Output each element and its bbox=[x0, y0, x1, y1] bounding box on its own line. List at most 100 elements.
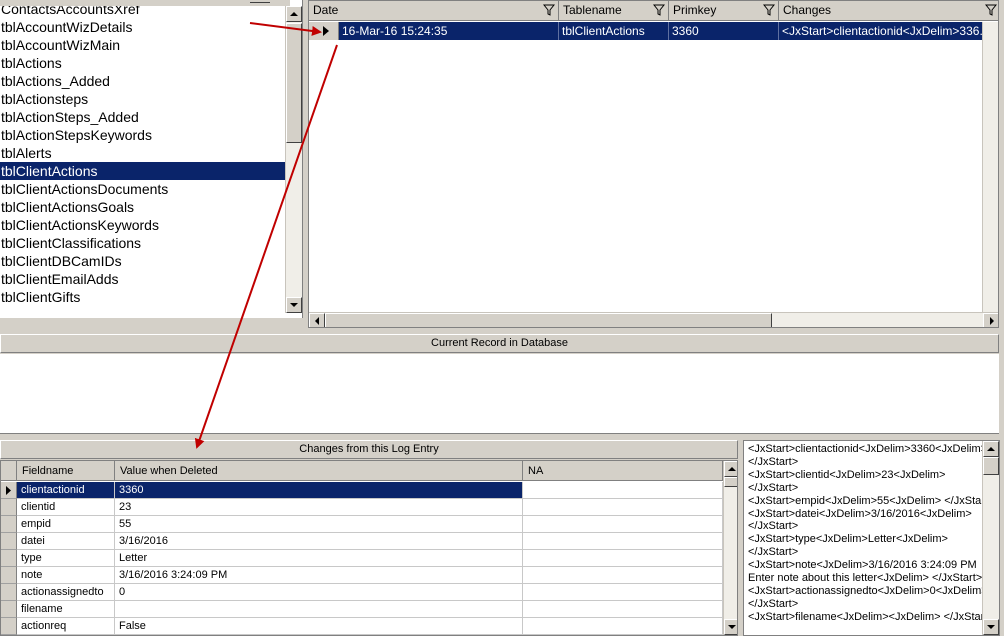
table-list-item[interactable]: tblClientActionsKeywords bbox=[0, 216, 302, 234]
scroll-up-icon[interactable] bbox=[983, 441, 999, 457]
cell-field[interactable]: filename bbox=[17, 601, 115, 618]
raw-changes-text[interactable]: <JxStart>clientactionid<JxDelim>3360<JxD… bbox=[743, 440, 1000, 636]
table-list-item[interactable]: tblClientActions bbox=[0, 162, 302, 180]
cell-value[interactable]: 3360 bbox=[115, 482, 523, 499]
cell-field[interactable]: clientid bbox=[17, 499, 115, 516]
cell-na[interactable] bbox=[523, 499, 723, 516]
row-selector[interactable] bbox=[1, 601, 17, 618]
changes-row[interactable]: empid 55 bbox=[1, 516, 723, 533]
changes-grid[interactable]: Fieldname Value when Deleted NA clientac… bbox=[0, 460, 738, 636]
table-list-item[interactable]: tblActions_Added bbox=[0, 72, 302, 90]
column-header-value[interactable]: Value when Deleted bbox=[115, 461, 523, 481]
cell-na[interactable] bbox=[523, 550, 723, 567]
row-selector[interactable] bbox=[1, 567, 17, 584]
row-selector[interactable] bbox=[1, 482, 17, 499]
changes-row[interactable]: clientactionid 3360 bbox=[1, 482, 723, 499]
table-list-item[interactable]: tblActionsteps bbox=[0, 90, 302, 108]
table-list-item[interactable]: tblClientEmailAdds bbox=[0, 270, 302, 288]
raw-text-scrollbar[interactable] bbox=[982, 441, 999, 635]
table-list-item[interactable]: tblClientDBCamIDs bbox=[0, 252, 302, 270]
changes-row[interactable]: datei 3/16/2016 bbox=[1, 533, 723, 550]
row-selector[interactable] bbox=[1, 499, 17, 516]
column-header-primkey[interactable]: Primkey bbox=[669, 1, 779, 21]
column-header-fieldname[interactable]: Fieldname bbox=[17, 461, 115, 481]
row-selector[interactable] bbox=[1, 550, 17, 567]
table-list-item[interactable]: tblClientActionsGoals bbox=[0, 198, 302, 216]
row-selector[interactable] bbox=[1, 533, 17, 550]
scroll-down-icon[interactable] bbox=[983, 619, 999, 635]
cell-na[interactable] bbox=[523, 618, 723, 635]
cell-na[interactable] bbox=[523, 567, 723, 584]
scroll-down-icon[interactable] bbox=[286, 297, 302, 313]
changes-row[interactable]: filename bbox=[1, 601, 723, 618]
table-list-item[interactable]: tblActions bbox=[0, 54, 302, 72]
table-list-scrollbar[interactable] bbox=[285, 6, 302, 313]
changes-scrollbar[interactable] bbox=[723, 461, 737, 635]
filter-icon[interactable] bbox=[763, 4, 775, 16]
cell-tablename[interactable]: tblClientActions bbox=[559, 22, 669, 40]
filter-icon[interactable] bbox=[653, 4, 665, 16]
cell-na[interactable] bbox=[523, 584, 723, 601]
log-grid[interactable]: Date Tablename Primkey Changes 16-Mar-16… bbox=[308, 0, 999, 328]
cell-field[interactable]: actionreq bbox=[17, 618, 115, 635]
cell-value[interactable]: Letter bbox=[115, 550, 523, 567]
filter-icon[interactable] bbox=[543, 4, 555, 16]
cell-changes[interactable]: <JxStart>clientactionid<JxDelim>336... bbox=[779, 22, 998, 40]
cell-value[interactable]: False bbox=[115, 618, 523, 635]
scrollbar-thumb[interactable] bbox=[724, 477, 737, 487]
scrollbar-thumb[interactable] bbox=[325, 313, 772, 327]
row-selector[interactable] bbox=[1, 618, 17, 635]
cell-field[interactable]: datei bbox=[17, 533, 115, 550]
table-list[interactable]: ContactsAccountsXref tblAccountWizDetails… bbox=[0, 0, 303, 318]
column-header-na[interactable]: NA bbox=[523, 461, 723, 481]
scroll-right-icon[interactable] bbox=[983, 313, 998, 327]
scrollbar-thumb[interactable] bbox=[286, 23, 302, 143]
cell-value[interactable]: 0 bbox=[115, 584, 523, 601]
changes-row[interactable]: actionreq False bbox=[1, 618, 723, 635]
cell-value[interactable]: 3/16/2016 bbox=[115, 533, 523, 550]
raw-text-line: <JxStart>filename<JxDelim><JxDelim> </Jx… bbox=[748, 610, 994, 623]
cell-field[interactable]: clientactionid bbox=[17, 482, 115, 499]
log-row-selected[interactable]: 16-Mar-16 15:24:35 tblClientActions 3360… bbox=[309, 22, 998, 40]
row-selector[interactable] bbox=[1, 584, 17, 601]
cell-value[interactable] bbox=[115, 601, 523, 618]
filter-icon[interactable] bbox=[985, 4, 997, 16]
cell-na[interactable] bbox=[523, 516, 723, 533]
row-selector[interactable] bbox=[1, 516, 17, 533]
column-header-changes[interactable]: Changes bbox=[779, 1, 998, 21]
changes-row[interactable]: note 3/16/2016 3:24:09 PM bbox=[1, 567, 723, 584]
table-list-item[interactable]: tblClientClassifications bbox=[0, 234, 302, 252]
table-list-item[interactable]: tblActionStepsKeywords bbox=[0, 126, 302, 144]
table-list-item[interactable]: tblAccountWizMain bbox=[0, 36, 302, 54]
cell-primkey[interactable]: 3360 bbox=[669, 22, 779, 40]
column-header-tablename[interactable]: Tablename bbox=[559, 1, 669, 21]
log-horizontal-scrollbar[interactable] bbox=[309, 312, 998, 327]
table-list-item[interactable]: tblActionSteps_Added bbox=[0, 108, 302, 126]
table-list-item[interactable]: tblAlerts bbox=[0, 144, 302, 162]
cell-value[interactable]: 55 bbox=[115, 516, 523, 533]
cell-na[interactable] bbox=[523, 601, 723, 618]
scroll-up-icon[interactable] bbox=[724, 461, 737, 477]
changes-row[interactable]: clientid 23 bbox=[1, 499, 723, 516]
table-list-item[interactable]: tblAccountWizDetails bbox=[0, 18, 302, 36]
cell-na[interactable] bbox=[523, 533, 723, 550]
log-vertical-scrollbar[interactable] bbox=[982, 22, 998, 312]
changes-row[interactable]: type Letter bbox=[1, 550, 723, 567]
cell-field[interactable]: empid bbox=[17, 516, 115, 533]
cell-value[interactable]: 3/16/2016 3:24:09 PM bbox=[115, 567, 523, 584]
cell-date[interactable]: 16-Mar-16 15:24:35 bbox=[339, 22, 559, 40]
cell-na[interactable] bbox=[523, 482, 723, 499]
cell-field[interactable]: type bbox=[17, 550, 115, 567]
cell-value[interactable]: 23 bbox=[115, 499, 523, 516]
scroll-down-icon[interactable] bbox=[724, 619, 737, 635]
row-selector[interactable] bbox=[309, 22, 339, 40]
scrollbar-thumb[interactable] bbox=[983, 457, 999, 475]
table-list-item[interactable]: tblClientActionsDocuments bbox=[0, 180, 302, 198]
cell-field[interactable]: note bbox=[17, 567, 115, 584]
changes-row[interactable]: actionassignedto 0 bbox=[1, 584, 723, 601]
cell-field[interactable]: actionassignedto bbox=[17, 584, 115, 601]
scroll-up-icon[interactable] bbox=[286, 6, 302, 22]
scroll-left-icon[interactable] bbox=[309, 313, 325, 327]
column-header-date[interactable]: Date bbox=[309, 1, 559, 21]
table-list-item[interactable]: tblClientGifts bbox=[0, 288, 302, 306]
